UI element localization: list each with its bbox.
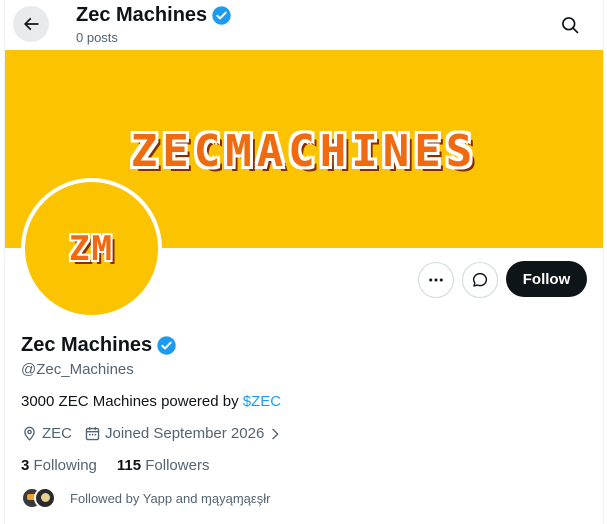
search-icon	[562, 17, 579, 34]
message-icon	[472, 272, 488, 287]
profile-display-name: Zec Machines	[21, 334, 177, 357]
verified-badge-icon[interactable]	[156, 335, 177, 356]
more-options-button[interactable]	[418, 262, 454, 298]
banner-logo-text: ZECMACHINES	[130, 126, 478, 177]
location-icon	[24, 426, 35, 441]
profile-name-text: Zec Machines	[21, 334, 153, 356]
avatar-logo-text: ZM	[69, 228, 114, 269]
location-item: ZEC	[21, 425, 72, 442]
header-name-text: Zec Machines	[76, 4, 208, 26]
followed-by-text: Followed by Yapp and ɱąyąɱąεşłr	[70, 490, 271, 506]
bio-cashtag-link[interactable]: $ZEC	[243, 393, 281, 410]
calendar-icon	[85, 427, 100, 441]
mutual-avatar	[34, 487, 56, 509]
mutual-avatars	[21, 487, 61, 509]
search-button[interactable]	[553, 8, 587, 42]
joined-date-text: Joined September 2026	[105, 425, 265, 442]
more-icon	[429, 278, 443, 282]
verified-badge-icon	[212, 6, 231, 25]
location-text: ZEC	[42, 425, 72, 442]
followed-by-row[interactable]: Followed by Yapp and ɱąyąɱąεşłr	[21, 487, 270, 509]
back-arrow-icon	[23, 17, 39, 31]
profile-header-bar: Zec Machines 0 posts	[5, 0, 603, 50]
followers-label: Followers	[145, 457, 210, 474]
back-button[interactable]	[13, 6, 49, 42]
bio-text: 3000 ZEC Machines powered by	[21, 393, 243, 410]
profile-avatar[interactable]: ZM	[21, 178, 162, 319]
header-profile-name: Zec Machines	[76, 4, 232, 27]
profile-meta: ZEC Joined September 2026	[21, 425, 294, 442]
right-column-border	[603, 0, 604, 524]
chevron-right-icon	[272, 428, 279, 439]
profile-bio: 3000 ZEC Machines powered by $ZEC	[21, 393, 281, 410]
followers-count: 115	[116, 457, 142, 474]
joined-date-item[interactable]: Joined September 2026	[84, 425, 282, 442]
following-count: 3	[21, 457, 30, 474]
profile-handle: @Zec_Machines	[21, 361, 134, 378]
follow-button[interactable]: Follow	[506, 261, 587, 297]
message-button[interactable]	[462, 262, 498, 298]
follow-stats: 3 Following 115 Followers	[21, 457, 209, 474]
post-count: 0 posts	[76, 30, 118, 45]
following-link[interactable]: 3 Following	[21, 457, 97, 474]
followers-link[interactable]: 115 Followers	[117, 457, 210, 474]
following-label: Following	[33, 457, 97, 474]
